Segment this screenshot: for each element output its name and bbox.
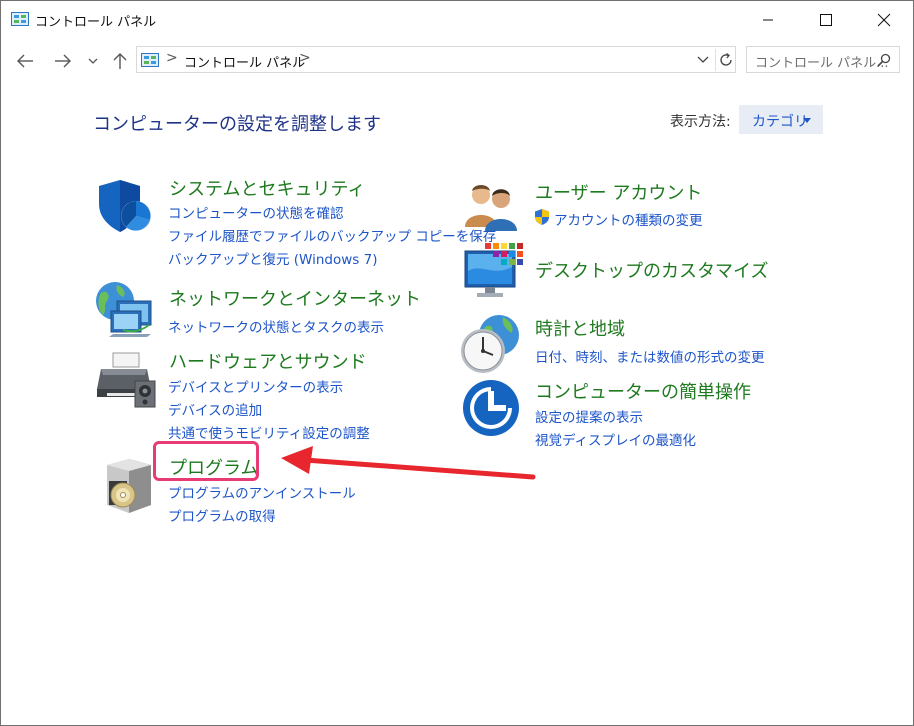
control-panel-icon xyxy=(141,53,159,67)
chevron-down-icon xyxy=(88,58,98,64)
chevron-down-icon xyxy=(697,56,709,63)
search-box[interactable]: コントロール パネル... xyxy=(746,46,900,73)
network-globe-icon[interactable] xyxy=(93,281,159,339)
refresh-button[interactable] xyxy=(715,49,736,71)
forward-button[interactable] xyxy=(50,49,76,73)
category-clock-region[interactable]: 時計と地域 xyxy=(535,315,625,341)
breadcrumb-control-panel[interactable]: コントロール パネル xyxy=(184,52,305,71)
view-by-dropdown[interactable]: カテゴリ xyxy=(739,105,823,134)
recent-locations-button[interactable] xyxy=(84,49,102,73)
ease-of-access-icon[interactable] xyxy=(462,379,520,437)
printer-icon[interactable] xyxy=(95,351,157,409)
user-accounts-icon[interactable] xyxy=(463,181,523,231)
link-change-account-type[interactable]: アカウントの種類の変更 xyxy=(554,209,703,229)
link-network-status[interactable]: ネットワークの状態とタスクの表示 xyxy=(168,316,384,336)
breadcrumb-separator[interactable]: > xyxy=(166,50,178,66)
window-title: コントロール パネル xyxy=(35,15,157,30)
maximize-button[interactable] xyxy=(797,1,855,39)
category-user-accounts[interactable]: ユーザー アカウント xyxy=(535,179,702,205)
control-panel-icon xyxy=(11,12,29,26)
category-system-security[interactable]: システムとセキュリティ xyxy=(169,175,365,201)
up-arrow-icon xyxy=(113,53,127,69)
address-bar[interactable]: > コントロール パネル > xyxy=(136,46,736,73)
annotation-arrow-icon xyxy=(281,446,536,480)
caret-down-icon xyxy=(803,118,811,123)
search-placeholder: コントロール パネル... xyxy=(755,56,889,71)
refresh-icon xyxy=(720,52,732,66)
link-settings-suggestions[interactable]: 設定の提案の表示 xyxy=(535,406,643,426)
link-get-programs[interactable]: プログラムの取得 xyxy=(168,505,276,525)
page-title: コンピューターの設定を調整します xyxy=(93,114,381,135)
title-bar: コントロール パネル xyxy=(1,1,913,39)
link-uninstall-program[interactable]: プログラムのアンインストール xyxy=(168,482,356,502)
search-icon[interactable] xyxy=(877,53,891,67)
control-panel-window: コントロール パネル > コントロール パネル > コントロール パネル... … xyxy=(0,0,914,726)
link-add-device[interactable]: デバイスの追加 xyxy=(168,399,262,419)
link-optimize-display[interactable]: 視覚ディスプレイの最適化 xyxy=(535,429,696,449)
link-check-computer-status[interactable]: コンピューターの状態を確認 xyxy=(168,202,344,222)
uac-shield-icon xyxy=(535,209,549,225)
programs-box-icon[interactable] xyxy=(101,455,157,515)
clock-globe-icon[interactable] xyxy=(459,313,523,375)
category-ease-of-access[interactable]: コンピューターの簡単操作 xyxy=(535,378,751,404)
view-by-label: 表示方法: xyxy=(670,114,731,130)
forward-arrow-icon xyxy=(55,54,71,68)
link-backup-restore[interactable]: バックアップと復元 (Windows 7) xyxy=(168,248,377,268)
desktop-personalization-icon[interactable] xyxy=(463,243,523,301)
address-dropdown-button[interactable] xyxy=(693,49,713,71)
category-network-internet[interactable]: ネットワークとインターネット xyxy=(169,285,421,311)
link-mobility-settings[interactable]: 共通で使うモビリティ設定の調整 xyxy=(168,422,370,442)
minimize-button[interactable] xyxy=(739,1,797,39)
link-devices-printers[interactable]: デバイスとプリンターの表示 xyxy=(168,376,343,396)
annotation-highlight-box xyxy=(153,441,259,481)
close-icon xyxy=(877,13,891,27)
link-date-time-format[interactable]: 日付、時刻、または数値の形式の変更 xyxy=(535,346,765,366)
maximize-icon xyxy=(820,14,832,26)
back-button[interactable] xyxy=(12,49,38,73)
breadcrumb-separator[interactable]: > xyxy=(299,50,311,66)
close-button[interactable] xyxy=(855,1,913,39)
up-button[interactable] xyxy=(107,49,133,73)
category-desktop-customization[interactable]: デスクトップのカスタマイズ xyxy=(535,257,768,283)
link-file-history-backup[interactable]: ファイル履歴でファイルのバックアップ コピーを保存 xyxy=(168,225,496,245)
category-hardware-sound[interactable]: ハードウェアとサウンド xyxy=(169,348,367,374)
minimize-icon xyxy=(763,19,773,21)
view-by-value[interactable]: カテゴリ xyxy=(752,111,808,131)
back-arrow-icon xyxy=(17,54,33,68)
security-shield-icon[interactable] xyxy=(96,178,156,234)
